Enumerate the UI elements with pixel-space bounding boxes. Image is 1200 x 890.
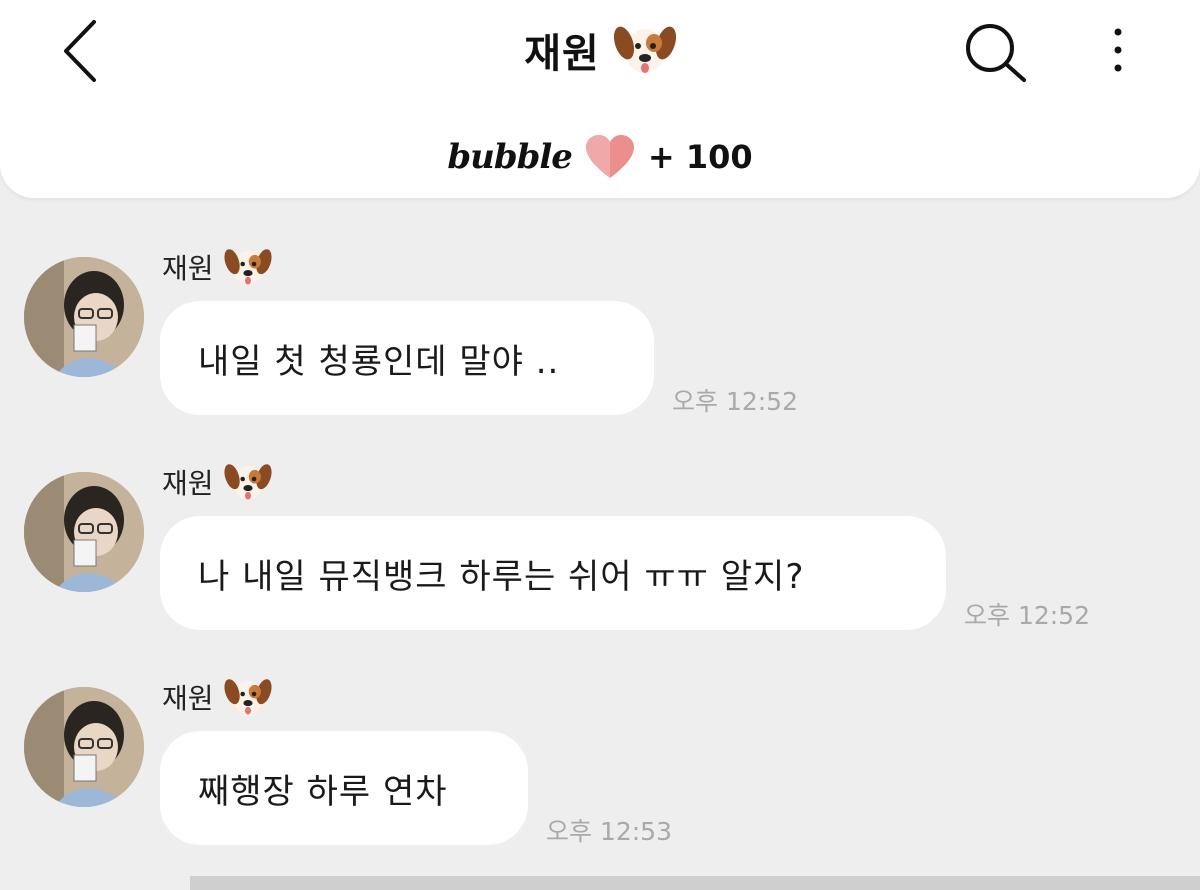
bubble-logo: bubble [447,137,573,177]
avatar[interactable] [24,472,144,592]
message-time: 오후 12:52 [672,387,798,416]
sender-label: 재원 [162,677,272,717]
more-options-button[interactable] [1098,22,1138,82]
profile-photo [24,687,144,807]
profile-photo [24,472,144,592]
bubble-heart-count: + 100 [647,138,753,176]
search-button[interactable] [960,18,1032,86]
dog-face-icon [223,249,272,285]
dog-face-icon [613,26,676,73]
dog-face-icon [223,464,272,500]
message-time: 오후 12:52 [964,601,1090,630]
chat-title: 재원 [524,31,600,77]
message-text: 나 내일 뮤직뱅크 하루는 쉬어 ㅠㅠ 알지? [198,556,805,597]
avatar[interactable] [24,257,144,377]
sender-label: 재원 [162,462,272,502]
sender-name: 재원 [162,682,214,715]
bubble-heart-bar: bubble + 100 [0,128,1200,186]
sender-label: 재원 [162,247,272,287]
avatar[interactable] [24,687,144,807]
message-time: 오후 12:53 [546,817,672,846]
dog-face-icon [223,679,272,715]
chat-screen: 재원 bubble + 100 재원 내일 첫 청룡인데 말야 .. 오후 12… [0,0,1200,890]
message-text: 째행장 하루 연차 [198,771,448,812]
message-text: 내일 첫 청룡인데 말야 .. [198,341,560,382]
chat-header: 재원 bubble + 100 [0,0,1200,198]
profile-photo [24,257,144,377]
sender-name: 재원 [162,467,214,500]
next-message-edge [190,876,1200,890]
message-bubble[interactable]: 나 내일 뮤직뱅크 하루는 쉬어 ㅠㅠ 알지? [160,516,946,630]
sender-name: 재원 [162,252,214,285]
search-icon [966,24,1026,82]
heart-icon [585,135,634,178]
more-vertical-icon [1114,28,1122,72]
message-bubble[interactable]: 째행장 하루 연차 [160,731,528,845]
message-bubble[interactable]: 내일 첫 청룡인데 말야 .. [160,301,654,415]
